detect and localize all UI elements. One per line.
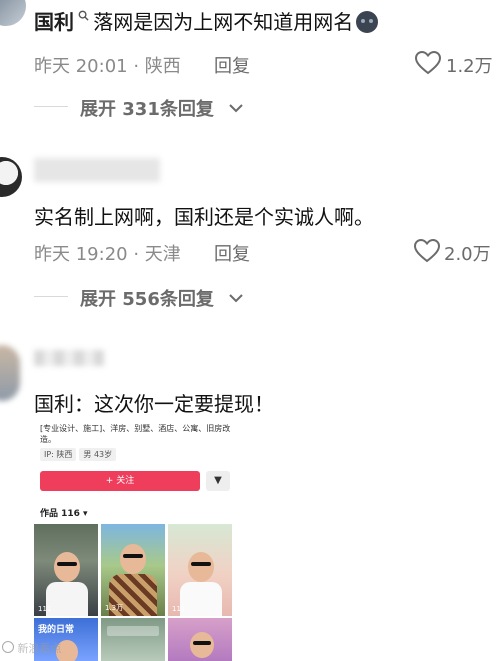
profile-tags: IP: 陕西男 43岁: [40, 448, 119, 461]
reply-button[interactable]: 回复: [214, 240, 250, 266]
comment-1: 国利 落网是因为上网不知道用网名: [34, 6, 379, 35]
view-count: 111: [172, 605, 186, 613]
expand-divider: [34, 106, 68, 107]
emoji-icon: [356, 11, 379, 33]
video-thumbnail[interactable]: 1.3万: [101, 524, 165, 616]
watermark-logo-icon: [2, 641, 14, 653]
dropdown-button[interactable]: ▼: [206, 471, 230, 491]
watermark-text: 新浪看点: [17, 642, 62, 655]
profile-bio: [专业设计、施工]、洋房、别墅、酒店、公寓、旧房改造。: [40, 424, 231, 444]
video-thumbnail[interactable]: [101, 618, 165, 661]
like-icon[interactable]: [414, 50, 442, 79]
comment-time-location: 昨天 20:01 · 陕西: [34, 56, 181, 77]
view-count: 1.3万: [105, 604, 124, 612]
comment-image[interactable]: [专业设计、施工]、洋房、别墅、酒店、公寓、旧房改造。 IP: 陕西男 43岁 …: [34, 418, 237, 661]
comment-text: 国利：这次你一定要提现！: [34, 392, 274, 416]
comment-text: 落网是因为上网不知道用网名: [93, 10, 354, 34]
expand-replies-button[interactable]: 展开 331条回复: [80, 95, 214, 121]
commenter-avatar[interactable]: [0, 345, 20, 401]
chevron-down-icon[interactable]: [228, 99, 244, 118]
ip-tag: IP: 陕西: [40, 448, 77, 461]
comment-time-location: 昨天 19:20 · 天津: [34, 244, 181, 265]
expand-replies-button[interactable]: 展开 556条回复: [80, 285, 214, 311]
like-count: 2.0万: [444, 244, 491, 265]
like-icon[interactable]: [413, 238, 441, 267]
expand-divider: [34, 296, 68, 297]
thumbnail-caption: 我的日常: [38, 625, 75, 635]
follow-button[interactable]: + 关注: [40, 471, 200, 491]
reply-button[interactable]: 回复: [214, 52, 250, 78]
watermark: 新浪看点: [2, 640, 62, 656]
gender-age-tag: 男 43岁: [79, 448, 117, 461]
commenter-avatar[interactable]: [0, 0, 26, 26]
works-count[interactable]: 作品 116 ▾: [40, 506, 88, 519]
comment-username-blurred[interactable]: [34, 350, 104, 366]
like-count: 1.2万: [446, 56, 493, 77]
comment-text: 实名制上网啊，国利还是个实诚人啊。: [34, 205, 374, 229]
comment-username[interactable]: 国利: [34, 10, 74, 34]
view-count: 111: [38, 605, 52, 613]
video-thumbnail[interactable]: [168, 618, 232, 661]
comment-username-blurred[interactable]: [34, 158, 160, 182]
video-thumbnail[interactable]: 111: [168, 524, 232, 616]
search-icon[interactable]: [74, 10, 93, 25]
commenter-avatar[interactable]: [0, 157, 22, 197]
video-thumbnail[interactable]: 111: [34, 524, 98, 616]
chevron-down-icon[interactable]: [228, 289, 244, 308]
